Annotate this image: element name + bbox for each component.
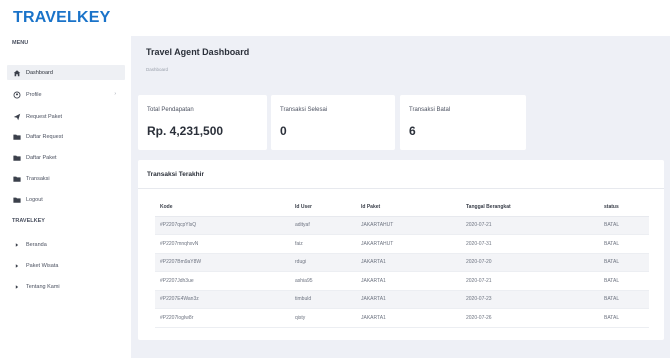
cell-kode: #P2207qcpYlsQ [155,216,290,235]
stat-value: 0 [280,124,287,138]
home-icon [13,69,21,77]
cell-id-user: faiz [290,234,356,254]
stat-card-transaksi-selesai: Transaksi Selesai 0 [271,95,395,150]
table-header-row: Kode Id User Id Paket Tanggal Berangkat … [155,198,649,217]
cell-status: BATAL [599,271,649,291]
stat-label: Transaksi Batal [409,107,451,113]
cell-tanggal: 2020-07-21 [461,271,599,291]
cell-tanggal: 2020-07-31 [461,234,599,254]
cell-kode: #P2207E4Wan3z [155,290,290,309]
table-row: #P2207logIw8r qisty JAKARTA1 2020-07-26 … [155,308,649,328]
cell-kode: #P2207Bm9aY8W [155,253,290,272]
stat-card-transaksi-batal: Transaksi Batal 6 [400,95,526,150]
sidebar-item-label: Daftar Paket [26,154,57,161]
sidebar-link-paket-wisata[interactable]: Paket Wisata [7,258,125,273]
send-icon [13,113,21,121]
user-icon [13,91,21,99]
cell-id-paket: JAKARTA1 [356,271,461,291]
main-content: Travel Agent Dashboard Dashboard Total P… [131,36,670,358]
travelkey-section-label: TRAVELKEY [12,218,45,224]
cell-tanggal: 2020-07-26 [461,308,599,328]
cell-id-user: ashia95 [290,271,356,291]
cell-id-user: qisty [290,308,356,328]
folder-icon [13,133,21,141]
sidebar-link-beranda[interactable]: Beranda [7,237,125,252]
column-header-kode[interactable]: Kode [155,198,290,217]
breadcrumb[interactable]: Dashboard [146,67,168,72]
folder-icon [13,175,21,183]
cell-tanggal: 2020-07-20 [461,253,599,272]
sidebar-item-logout[interactable]: Logout [7,192,125,207]
sidebar: MENU Dashboard Profile › Request Paket D… [0,36,131,358]
column-header-id-paket[interactable]: Id Paket [356,198,461,217]
sidebar-item-transaksi[interactable]: Transaksi [7,171,125,186]
table-row: #P2207Jdh3ue ashia95 JAKARTA1 2020-07-21… [155,271,649,291]
cell-id-paket: JAKARTAHUT [356,234,461,254]
chevron-right-icon: › [114,91,116,97]
table-row: #P2207mnqhxvN faiz JAKARTAHUT 2020-07-31… [155,234,649,254]
table-row: #P2207E4Wan3z timbuld JAKARTA1 2020-07-2… [155,290,649,309]
caret-right-icon [13,262,21,270]
sidebar-item-label: Paket Wisata [26,262,59,269]
divider [138,188,664,189]
cell-id-paket: JAKARTAHUT [356,216,461,235]
top-bar: TRAVELKEY [0,0,670,36]
sidebar-item-label: Daftar Request [26,133,63,140]
transactions-table: Kode Id User Id Paket Tanggal Berangkat … [155,198,649,328]
table-row: #P2207Bm9aY8W rdugi JAKARTA1 2020-07-20 … [155,253,649,272]
stat-label: Total Pendapatan [147,107,194,113]
caret-right-icon [13,283,21,291]
menu-section-label: MENU [12,40,29,46]
table-row: #P2207qcpYlsQ adityaf JAKARTAHUT 2020-07… [155,216,649,235]
stat-label: Transaksi Selesai [280,107,328,113]
sidebar-item-label: Transaksi [26,175,50,182]
cell-id-user: adityaf [290,216,356,235]
cell-kode: #P2207logIw8r [155,308,290,328]
folder-icon [13,154,21,162]
cell-id-user: rdugi [290,253,356,272]
sidebar-item-label: Tentang Kami [26,283,60,290]
stat-card-total-pendapatan: Total Pendapatan Rp. 4,231,500 [138,95,267,150]
cell-tanggal: 2020-07-23 [461,290,599,309]
sidebar-item-label: Logout [26,196,43,203]
caret-right-icon [13,241,21,249]
cell-kode: #P2207Jdh3ue [155,271,290,291]
cell-kode: #P2207mnqhxvN [155,234,290,254]
sidebar-link-tentang-kami[interactable]: Tentang Kami [7,279,125,294]
cell-status: BATAL [599,216,649,235]
sidebar-item-label: Dashboard [26,69,53,76]
stat-value: 6 [409,124,416,138]
card-title: Transaksi Terakhir [147,171,204,178]
recent-transactions-card: Transaksi Terakhir Kode Id User Id Paket… [138,160,664,340]
page-header: Travel Agent Dashboard Dashboard [131,36,670,78]
cell-id-paket: JAKARTA1 [356,308,461,328]
cell-status: BATAL [599,308,649,328]
cell-status: BATAL [599,253,649,272]
sidebar-item-daftar-paket[interactable]: Daftar Paket [7,150,125,165]
sidebar-item-label: Beranda [26,241,47,248]
column-header-status[interactable]: status [599,198,649,217]
cell-status: BATAL [599,234,649,254]
cell-id-paket: JAKARTA1 [356,253,461,272]
folder-icon [13,196,21,204]
brand-logo[interactable]: TRAVELKEY [13,9,111,27]
cell-tanggal: 2020-07-21 [461,216,599,235]
page-title: Travel Agent Dashboard [146,47,250,57]
cell-status: BATAL [599,290,649,309]
stat-value: Rp. 4,231,500 [147,124,224,138]
cell-id-paket: JAKARTA1 [356,290,461,309]
sidebar-item-dashboard[interactable]: Dashboard [7,65,125,80]
sidebar-item-label: Profile [26,91,42,98]
sidebar-item-request-paket[interactable]: Request Paket [7,109,125,124]
column-header-id-user[interactable]: Id User [290,198,356,217]
cell-id-user: timbuld [290,290,356,309]
sidebar-item-profile[interactable]: Profile › [7,87,125,102]
sidebar-item-daftar-request[interactable]: Daftar Request [7,129,125,144]
sidebar-item-label: Request Paket [26,113,63,120]
column-header-tanggal-berangkat[interactable]: Tanggal Berangkat [461,198,599,217]
